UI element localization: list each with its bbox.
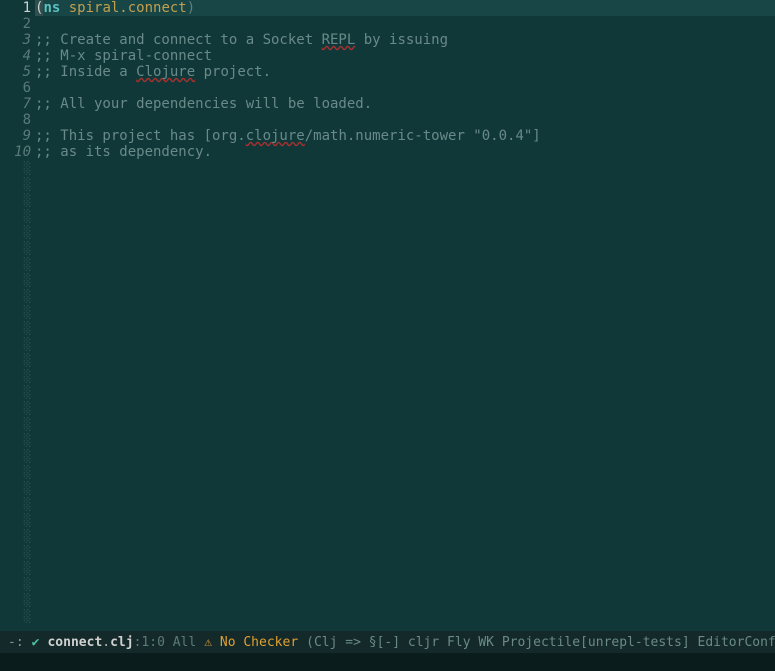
empty-line-marker: ░ [0, 240, 31, 256]
empty-line [35, 512, 775, 528]
empty-line-marker: ░ [0, 352, 31, 368]
empty-line-marker: ░ [0, 160, 31, 176]
line-number: 7 [0, 96, 31, 112]
empty-line [35, 256, 775, 272]
empty-line [35, 368, 775, 384]
empty-line [35, 288, 775, 304]
line-number: 5 [0, 64, 31, 80]
empty-line-marker: ░ [0, 192, 31, 208]
empty-line [35, 160, 775, 176]
line-number: 4 [0, 48, 31, 64]
flycheck-status: ✔ [28, 635, 44, 650]
warning-icon: ⚠ [204, 635, 212, 650]
line-number: 2 [0, 16, 31, 32]
empty-line-marker: ░ [0, 608, 31, 624]
line-number-gutter: 12345678910░░░░░░░░░░░░░░░░░░░░░░░░░░░░░ [0, 0, 35, 631]
code-line[interactable] [35, 112, 775, 128]
empty-line-marker: ░ [0, 432, 31, 448]
empty-line-marker: ░ [0, 560, 31, 576]
empty-line-marker: ░ [0, 320, 31, 336]
empty-line [35, 608, 775, 624]
code-line[interactable]: ;; Create and connect to a Socket REPL b… [35, 32, 775, 48]
check-icon: ✔ [32, 635, 40, 650]
empty-line-marker: ░ [0, 512, 31, 528]
empty-line [35, 192, 775, 208]
empty-line-marker: ░ [0, 592, 31, 608]
buffer-name: connect.clj:1:0 All [43, 635, 200, 650]
empty-line [35, 528, 775, 544]
empty-line [35, 464, 775, 480]
code-line[interactable]: ;; M-x spiral-connect [35, 48, 775, 64]
empty-line [35, 208, 775, 224]
line-number: 6 [0, 80, 31, 96]
empty-line-marker: ░ [0, 304, 31, 320]
code-line[interactable] [35, 80, 775, 96]
empty-line [35, 416, 775, 432]
empty-line [35, 176, 775, 192]
line-number: 10 [0, 144, 31, 160]
code-line[interactable] [35, 16, 775, 32]
editor-area[interactable]: 12345678910░░░░░░░░░░░░░░░░░░░░░░░░░░░░░… [0, 0, 775, 631]
code-line[interactable]: (ns spiral.connect) [35, 0, 775, 16]
empty-line [35, 320, 775, 336]
empty-line-marker: ░ [0, 416, 31, 432]
checker-warning: ⚠ No Checker [200, 635, 302, 650]
empty-line [35, 336, 775, 352]
code-content[interactable]: (ns spiral.connect) ;; Create and connect… [35, 0, 775, 631]
empty-line-marker: ░ [0, 480, 31, 496]
empty-line [35, 544, 775, 560]
empty-line-marker: ░ [0, 208, 31, 224]
empty-line [35, 224, 775, 240]
empty-line-marker: ░ [0, 496, 31, 512]
empty-line [35, 576, 775, 592]
empty-line-marker: ░ [0, 368, 31, 384]
empty-line-marker: ░ [0, 224, 31, 240]
line-number: 3 [0, 32, 31, 48]
line-number: 9 [0, 128, 31, 144]
code-line[interactable]: ;; This project has [org.clojure/math.nu… [35, 128, 775, 144]
empty-line [35, 304, 775, 320]
empty-line [35, 384, 775, 400]
empty-line-marker: ░ [0, 256, 31, 272]
modeline-indicator: -: [4, 635, 28, 650]
empty-line [35, 448, 775, 464]
line-number: 1 [0, 0, 31, 16]
empty-line-marker: ░ [0, 544, 31, 560]
empty-line-marker: ░ [0, 336, 31, 352]
empty-line-marker: ░ [0, 528, 31, 544]
code-line[interactable]: ;; All your dependencies will be loaded. [35, 96, 775, 112]
code-line[interactable]: ;; as its dependency. [35, 144, 775, 160]
empty-line-marker: ░ [0, 464, 31, 480]
empty-line-marker: ░ [0, 176, 31, 192]
empty-line [35, 272, 775, 288]
minibuffer[interactable] [0, 653, 775, 671]
empty-line [35, 352, 775, 368]
empty-line-marker: ░ [0, 448, 31, 464]
empty-line-marker: ░ [0, 576, 31, 592]
empty-line-marker: ░ [0, 400, 31, 416]
empty-line-marker: ░ [0, 384, 31, 400]
line-number: 8 [0, 112, 31, 128]
empty-line [35, 560, 775, 576]
empty-line-marker: ░ [0, 288, 31, 304]
empty-line [35, 432, 775, 448]
empty-line [35, 480, 775, 496]
empty-line [35, 496, 775, 512]
modeline: -: ✔ connect.clj:1:0 All ⚠ No Checker (C… [0, 631, 775, 653]
empty-line-marker: ░ [0, 272, 31, 288]
code-line[interactable]: ;; Inside a Clojure project. [35, 64, 775, 80]
mode-list: (Clj => §[-] cljr Fly WK Projectile[unre… [302, 635, 775, 650]
empty-line [35, 592, 775, 608]
empty-line [35, 240, 775, 256]
empty-line [35, 400, 775, 416]
